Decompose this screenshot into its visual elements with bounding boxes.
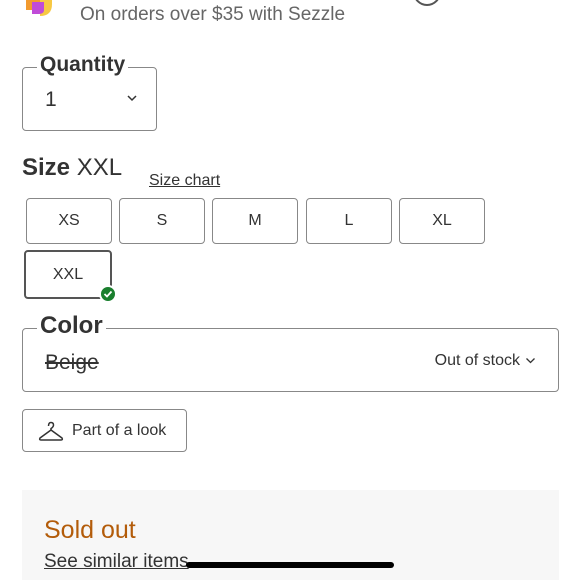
quantity-select[interactable]: Quantity 1 (22, 53, 157, 131)
color-select[interactable]: Color Beige Out of stock (22, 312, 559, 392)
hanger-icon (38, 421, 64, 441)
size-option-xs[interactable]: XS (26, 198, 112, 244)
quantity-value: 1 (45, 88, 57, 111)
size-option-l[interactable]: L (306, 198, 392, 244)
chevron-down-icon (127, 95, 137, 102)
size-heading: Size XXL (22, 154, 122, 182)
size-chart-link[interactable]: Size chart (149, 172, 220, 190)
color-value: Beige (45, 351, 99, 374)
info-icon[interactable] (412, 0, 442, 10)
size-label: Size (22, 154, 71, 181)
sezzle-logo (26, 0, 52, 16)
color-label: Color (37, 312, 106, 340)
sezzle-promo: On orders over $35 with Sezzle (22, 0, 562, 26)
chevron-down-icon (526, 358, 535, 364)
size-option-s[interactable]: S (119, 198, 205, 244)
part-of-a-look-button[interactable]: Part of a look (22, 409, 187, 452)
part-of-a-look-label: Part of a look (72, 422, 167, 439)
size-option-m[interactable]: M (212, 198, 298, 244)
sezzle-text: On orders over $35 with Sezzle (80, 4, 346, 25)
sold-out-status: Sold out (44, 516, 136, 544)
color-stock-status: Out of stock (434, 352, 520, 369)
home-indicator (186, 562, 394, 568)
size-selected-value: XXL (76, 154, 123, 181)
quantity-label: Quantity (37, 53, 129, 77)
see-similar-items-link[interactable]: See similar items (44, 551, 189, 573)
size-option-xl[interactable]: XL (399, 198, 485, 244)
selected-check-icon (99, 285, 117, 303)
